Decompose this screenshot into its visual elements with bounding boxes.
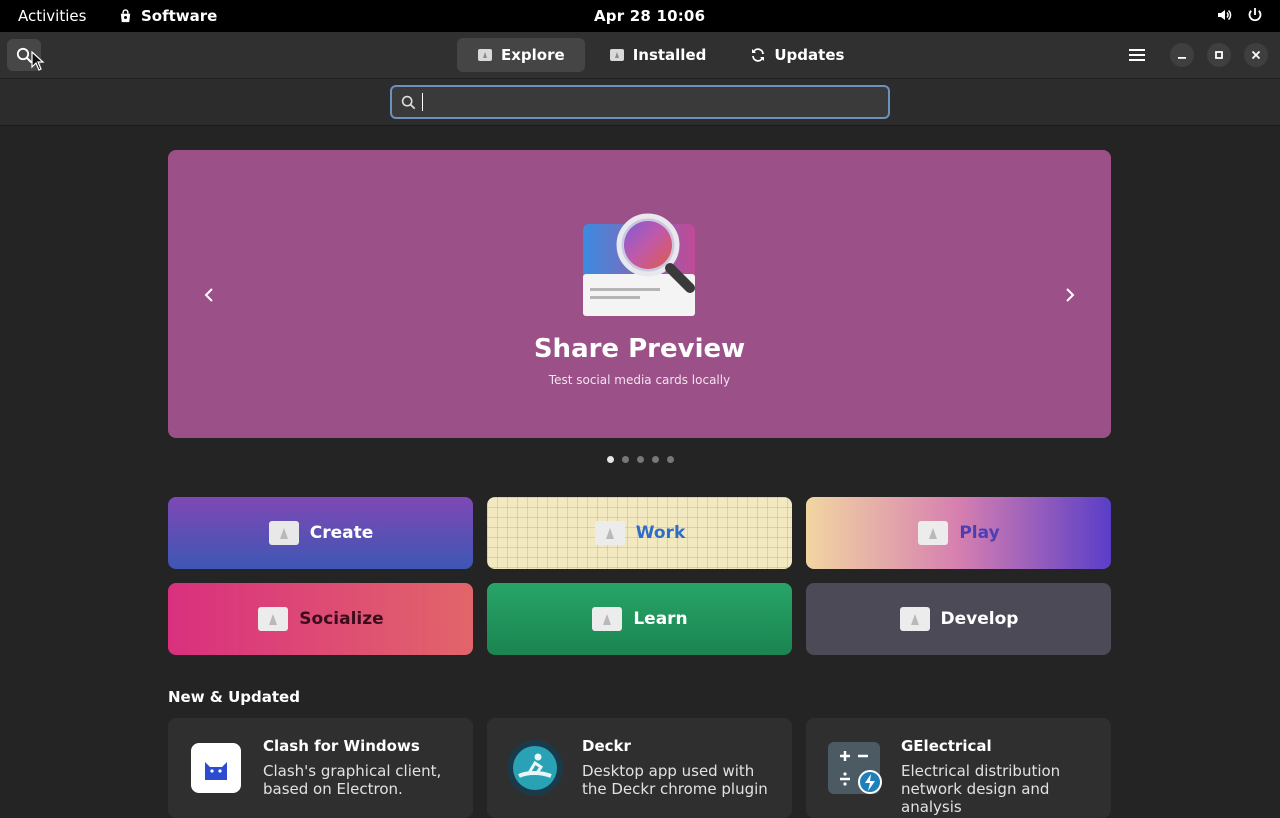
carousel-dot[interactable] — [652, 456, 659, 463]
chevron-left-icon — [204, 288, 213, 302]
header-bar: Explore Installed Updates — [0, 32, 1280, 79]
activities-button[interactable]: Activities — [18, 7, 86, 25]
explore-icon — [478, 49, 492, 61]
carousel-dot[interactable] — [637, 456, 644, 463]
close-icon — [1251, 50, 1261, 60]
search-bar — [0, 79, 1280, 126]
missing-image-icon — [268, 521, 299, 545]
clash-cat-icon — [191, 743, 241, 793]
system-top-bar: Activities Software Apr 28 10:06 — [0, 0, 1280, 32]
search-icon — [401, 95, 416, 109]
featured-carousel[interactable]: Share Preview Test social media cards lo… — [168, 150, 1111, 438]
app-description: Desktop app used with the Deckr chrome p… — [582, 762, 768, 798]
category-learn[interactable]: Learn — [487, 583, 792, 655]
section-title-new-updated: New & Updated — [168, 688, 300, 706]
clock[interactable]: Apr 28 10:06 — [594, 7, 705, 25]
missing-image-icon — [258, 607, 289, 631]
tab-explore[interactable]: Explore — [457, 38, 585, 72]
category-label: Play — [959, 523, 1000, 543]
tab-updates[interactable]: Updates — [730, 38, 864, 72]
maximize-icon — [1215, 51, 1223, 59]
category-label: Socialize — [299, 609, 384, 629]
category-create[interactable]: Create — [168, 497, 473, 569]
deckr-surfer-icon — [507, 740, 563, 796]
tab-label: Installed — [632, 46, 707, 64]
carousel-previous-button[interactable] — [192, 278, 226, 312]
category-play[interactable]: Play — [806, 497, 1111, 569]
app-description: Electrical distribution network design a… — [901, 762, 1061, 816]
app-name: Clash for Windows — [263, 737, 420, 755]
category-develop[interactable]: Develop — [806, 583, 1111, 655]
text-caret — [422, 93, 423, 111]
app-menu-label: Software — [141, 7, 218, 25]
app-name: Deckr — [582, 737, 631, 755]
category-label: Create — [309, 523, 374, 543]
view-switcher: Explore Installed Updates — [457, 38, 864, 72]
carousel-dot[interactable] — [667, 456, 674, 463]
close-button[interactable] — [1244, 43, 1268, 67]
category-socialize[interactable]: Socialize — [168, 583, 473, 655]
tab-installed[interactable]: Installed — [589, 38, 727, 72]
mouse-pointer-icon — [31, 51, 45, 71]
share-preview-app-icon — [583, 213, 695, 316]
category-label: Develop — [940, 609, 1019, 629]
featured-app-subtitle: Test social media cards locally — [548, 373, 731, 387]
missing-image-icon — [594, 521, 625, 545]
tab-label: Updates — [774, 46, 845, 64]
carousel-dot[interactable] — [622, 456, 629, 463]
power-icon — [1248, 8, 1262, 22]
refresh-icon — [752, 48, 765, 62]
app-card-gelectrical[interactable]: GElectrical Electrical distribution netw… — [806, 718, 1111, 818]
app-card-clash-for-windows[interactable]: Clash for Windows Clash's graphical clie… — [168, 718, 473, 818]
carousel-indicator — [607, 456, 674, 463]
maximize-button[interactable] — [1207, 43, 1231, 67]
carousel-dot[interactable] — [607, 456, 614, 463]
minimize-icon — [1178, 57, 1186, 59]
category-label: Learn — [633, 609, 688, 629]
missing-image-icon — [918, 521, 949, 545]
minimize-button[interactable] — [1170, 43, 1194, 67]
category-label: Work — [635, 523, 686, 543]
missing-image-icon — [592, 607, 623, 631]
window-controls — [1123, 41, 1268, 69]
system-status-area[interactable] — [1216, 6, 1264, 24]
menu-icon — [1129, 49, 1145, 61]
category-work[interactable]: Work — [487, 497, 792, 569]
tab-label: Explore — [501, 46, 565, 64]
chevron-right-icon — [1066, 288, 1075, 302]
missing-image-icon — [899, 607, 930, 631]
app-name: GElectrical — [901, 737, 992, 755]
app-card-deckr[interactable]: Deckr Desktop app used with the Deckr ch… — [487, 718, 792, 818]
installed-icon — [609, 49, 624, 61]
software-bag-icon — [120, 8, 131, 22]
volume-icon — [1218, 9, 1232, 21]
featured-app-title: Share Preview — [533, 334, 746, 364]
app-menu[interactable]: Software — [118, 7, 217, 25]
carousel-next-button[interactable] — [1053, 278, 1087, 312]
app-description: Clash's graphical client, based on Elect… — [263, 762, 442, 798]
main-menu-button[interactable] — [1123, 41, 1151, 69]
gelectrical-icon — [828, 742, 882, 794]
search-entry[interactable] — [390, 85, 890, 119]
search-input[interactable] — [431, 93, 871, 111]
search-icon — [16, 47, 32, 63]
